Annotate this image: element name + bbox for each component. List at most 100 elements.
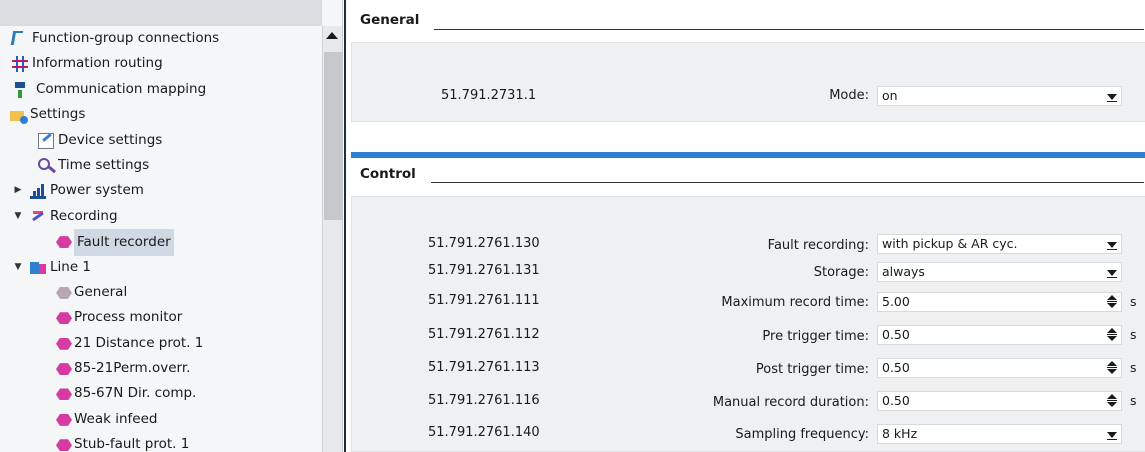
storage-dropdown[interactable]: always: [877, 262, 1122, 282]
tree-item-label: 85-21Perm.overr.: [74, 360, 191, 377]
function-hex-icon: [56, 236, 72, 249]
pre-trigger-time-spinner[interactable]: 0.50: [877, 325, 1122, 345]
scroll-up-arrow-icon[interactable]: [326, 32, 338, 39]
param-label-mode: Mode:: [829, 88, 869, 103]
param-label-post-trigger-time: Post trigger time:: [755, 362, 869, 377]
communication-mapping-icon: [12, 81, 28, 98]
unit-label: s: [1130, 327, 1137, 342]
tree-item-label: Information routing: [32, 55, 163, 72]
power-system-icon: [30, 183, 46, 200]
function-hex-icon: [56, 413, 72, 426]
settings-folder-icon: [10, 107, 28, 125]
line-icon: [30, 259, 46, 276]
tree-item-fault-recorder[interactable]: Fault recorder: [0, 229, 322, 257]
tree-item-label: Settings: [30, 106, 86, 123]
function-hex-icon: [56, 312, 72, 325]
unit-label: s: [1130, 393, 1137, 408]
spinner-value: 0.50: [882, 393, 910, 408]
project-tree-panel: Function-group connections Information r…: [0, 0, 343, 452]
tree-item-label: Device settings: [58, 131, 163, 148]
section-divider: [431, 182, 1144, 183]
tree-item-time-settings[interactable]: Time settings: [0, 153, 322, 178]
param-label-manual-record-duration: Manual record duration:: [712, 395, 869, 410]
scrollbar-thumb[interactable]: [324, 52, 342, 220]
tree-item-label: Time settings: [58, 156, 150, 173]
spinner-value: 5.00: [882, 294, 910, 309]
param-label-max-record-time: Maximum record time:: [721, 295, 869, 310]
tree-item-line-1[interactable]: ▼ Line 1: [0, 255, 322, 280]
dropdown-arrow-icon[interactable]: [1107, 94, 1117, 102]
spinner-arrows-icon[interactable]: [1107, 295, 1118, 309]
tree-item-label: Recording: [50, 207, 118, 224]
spinner-arrows-icon[interactable]: [1107, 394, 1118, 408]
param-label-storage: Storage:: [813, 265, 869, 280]
tree-item-process-monitor[interactable]: Process monitor: [0, 305, 322, 330]
tree-item-label: General: [74, 283, 128, 300]
tree-item-label: Weak infeed: [74, 410, 158, 427]
collapse-arrow-icon[interactable]: ▼: [12, 255, 24, 280]
tree-item-stub-fault-prot[interactable]: Stub-fault prot. 1: [0, 432, 322, 452]
tree-item-label: Communication mapping: [36, 80, 207, 97]
tree-item-label: Process monitor: [74, 309, 183, 326]
tree-item-power-system[interactable]: ▶ Power system: [0, 178, 322, 203]
function-hex-grey-icon: [56, 286, 72, 299]
tree-item-function-group-connections[interactable]: Function-group connections: [0, 26, 322, 51]
function-hex-icon: [56, 439, 72, 452]
manual-record-duration-spinner[interactable]: 0.50: [877, 391, 1122, 411]
dropdown-value: always: [882, 264, 925, 279]
section-separator-bar: [351, 152, 1145, 158]
function-group-icon: [10, 31, 24, 45]
dropdown-arrow-icon[interactable]: [1107, 242, 1117, 250]
tree-item-label: Line 1: [50, 258, 92, 275]
tree-item-information-routing[interactable]: Information routing: [0, 51, 322, 76]
dropdown-value: on: [882, 88, 898, 103]
dropdown-value: with pickup & AR cyc.: [882, 236, 1018, 251]
tree-list: Function-group connections Information r…: [0, 26, 322, 452]
device-settings-icon: [38, 132, 54, 149]
grid-routing-icon: [12, 56, 28, 73]
tree-item-label: Fault recorder: [74, 229, 174, 257]
tree-item-label: 21 Distance prot. 1: [74, 334, 204, 351]
spinner-value: 0.50: [882, 327, 910, 342]
dropdown-arrow-icon[interactable]: [1107, 432, 1117, 440]
param-label-fault-recording: Fault recording:: [767, 238, 869, 253]
sampling-frequency-dropdown[interactable]: 8 kHz: [877, 424, 1122, 444]
tree-item-communication-mapping[interactable]: Communication mapping: [0, 77, 322, 102]
tree-item-label: Function-group connections: [32, 30, 220, 46]
fault-recording-dropdown[interactable]: with pickup & AR cyc.: [877, 234, 1122, 254]
tree-item-device-settings[interactable]: Device settings: [0, 128, 322, 153]
spinner-value: 0.50: [882, 360, 910, 375]
section-divider: [434, 29, 1144, 30]
tree-item-distance-prot[interactable]: 21 Distance prot. 1: [0, 331, 322, 356]
tree-item-perm-overr[interactable]: 85-21Perm.overr.: [0, 356, 322, 381]
recording-icon: [30, 208, 46, 225]
unit-label: s: [1130, 360, 1137, 375]
section-title-general: General: [360, 12, 420, 28]
tree-item-label: Power system: [50, 182, 144, 199]
max-record-time-spinner[interactable]: 5.00: [877, 292, 1122, 312]
collapse-arrow-icon[interactable]: ▼: [12, 204, 24, 229]
post-trigger-time-spinner[interactable]: 0.50: [877, 358, 1122, 378]
param-label-pre-trigger-time: Pre trigger time:: [762, 329, 869, 344]
expand-arrow-icon[interactable]: ▶: [12, 178, 24, 203]
function-hex-icon: [56, 337, 72, 350]
function-hex-icon: [56, 363, 72, 376]
time-settings-icon: [38, 157, 50, 170]
tree-item-recording[interactable]: ▼ Recording: [0, 204, 322, 229]
dropdown-arrow-icon[interactable]: [1107, 270, 1117, 278]
tree-item-dir-comp[interactable]: 85-67N Dir. comp.: [0, 381, 322, 406]
tree-header-bar: [0, 0, 322, 26]
tree-item-general[interactable]: General: [0, 280, 322, 305]
spinner-arrows-icon[interactable]: [1107, 361, 1118, 375]
dropdown-value: 8 kHz: [882, 426, 918, 441]
tree-scrollbar[interactable]: [322, 26, 342, 452]
function-hex-icon: [56, 388, 72, 401]
spinner-arrows-icon[interactable]: [1107, 328, 1118, 342]
tree-item-settings[interactable]: Settings: [0, 102, 322, 127]
tree-item-weak-infeed[interactable]: Weak infeed: [0, 407, 322, 432]
tree-item-label: 85-67N Dir. comp.: [74, 385, 197, 402]
mode-dropdown[interactable]: on: [877, 86, 1122, 106]
properties-panel: General 51.791.2731.1 Mode: on Control 5…: [344, 0, 1145, 452]
param-label-sampling-frequency: Sampling frequency:: [735, 427, 869, 442]
tree-item-label: Stub-fault prot. 1: [74, 436, 190, 452]
